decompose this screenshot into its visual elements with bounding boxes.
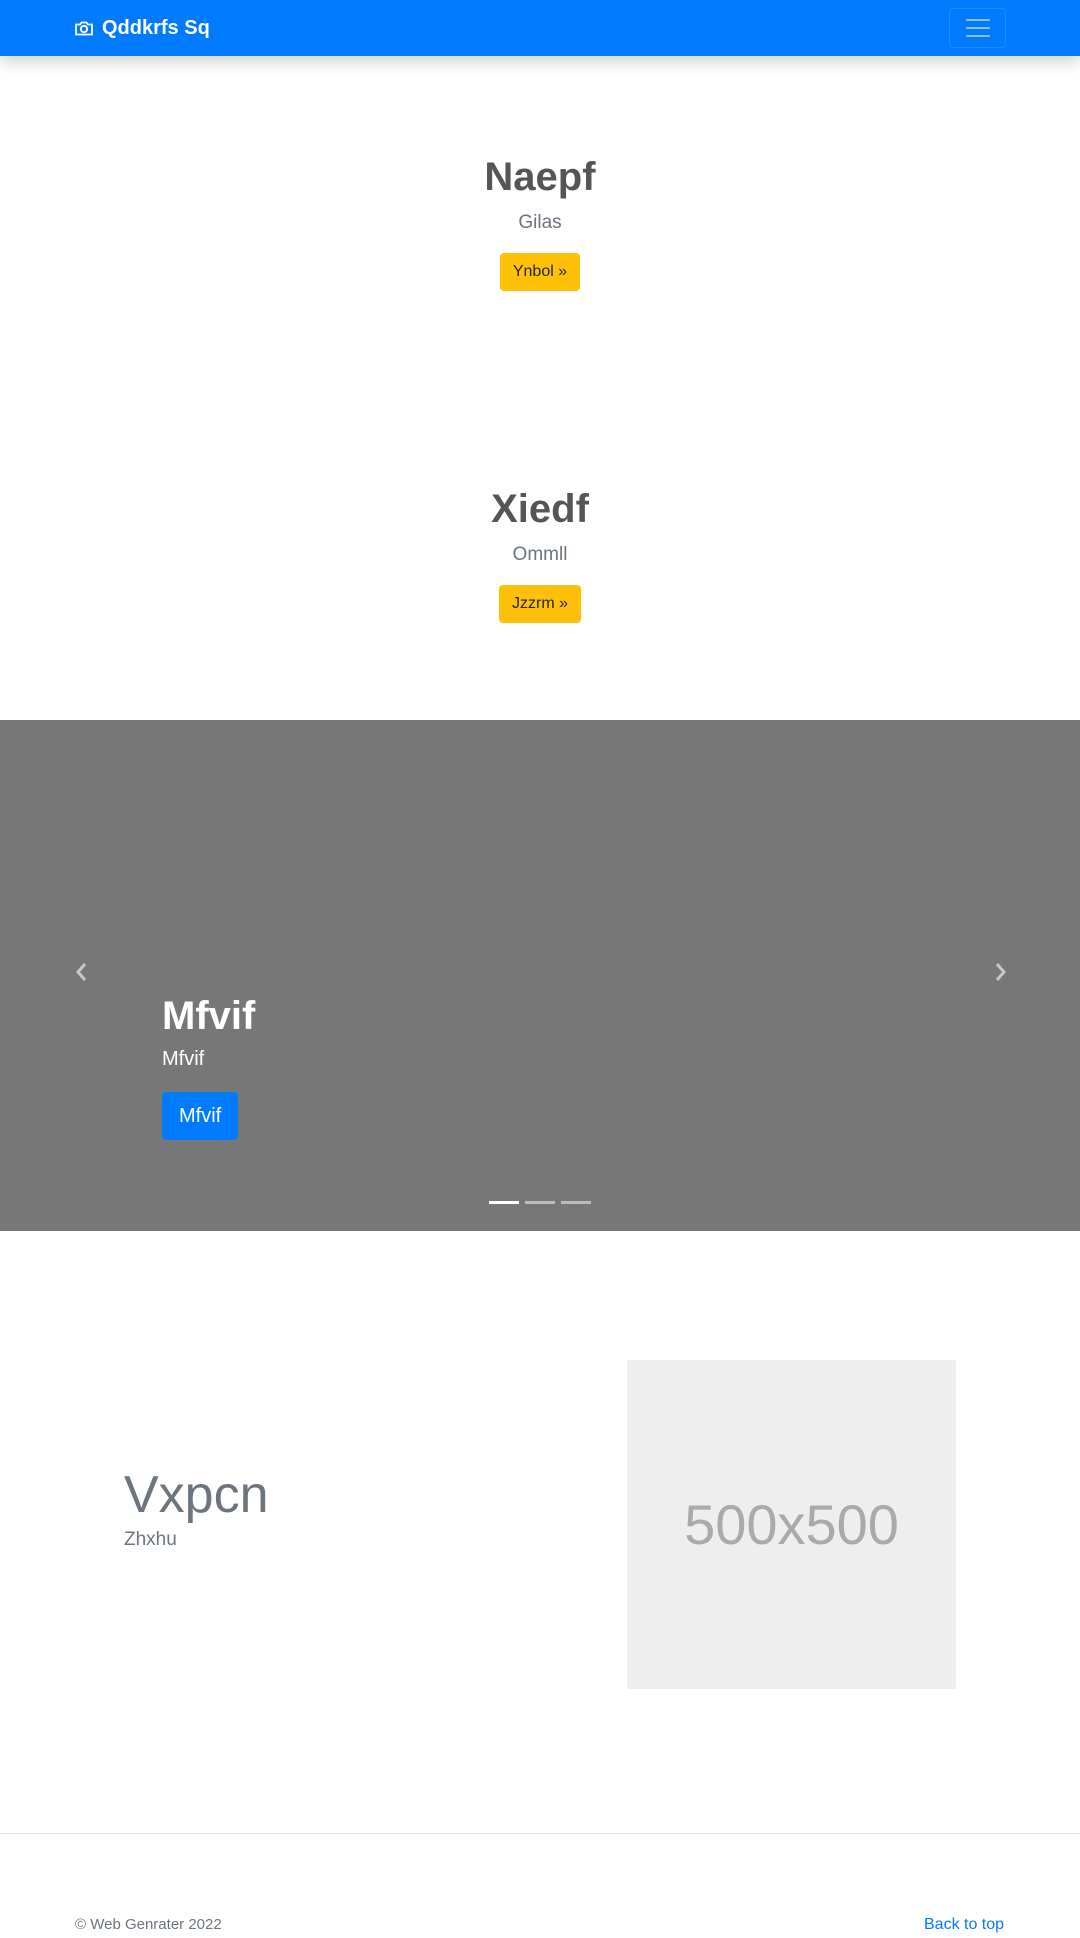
carousel-caption: Mfvif Mfvif Mfvif [162,992,255,1140]
placeholder-image: 500x500 [627,1360,956,1689]
chevron-right-icon [995,963,1006,981]
hero-title: Xiedf [491,487,589,531]
hero-button[interactable]: Jzzrm » [499,585,581,623]
hero-section-1: Naepf Gilas Ynbol » [0,153,1080,291]
carousel-button[interactable]: Mfvif [162,1092,239,1140]
chevron-left-icon [76,963,87,981]
back-to-top-link[interactable]: Back to top [924,1915,1004,1935]
feature-title: Vxpcn [124,1466,269,1524]
hero-subtitle: Gilas [518,212,562,233]
hero-button[interactable]: Ynbol » [499,253,581,291]
menu-toggle-button[interactable] [949,8,1006,48]
carousel-indicator-1[interactable] [489,1201,519,1204]
carousel-title: Mfvif [162,994,256,1038]
carousel: Mfvif Mfvif Mfvif [0,720,1080,1231]
navbar: Qddkrfs Sq [0,0,1080,56]
placeholder-label: 500x500 [684,1493,899,1556]
hamburger-menu-icon [965,19,990,37]
hero-title: Naepf [484,155,596,199]
carousel-next-button[interactable] [988,960,1012,984]
copyright-text: © Web Genrater 2022 [75,1916,222,1933]
feature-text: Vxpcn Zhxhu [124,1465,269,1553]
carousel-indicators [0,1201,1080,1204]
hero-subtitle: Ommll [512,544,568,565]
footer-divider [0,1833,1080,1834]
hero-section-2: Xiedf Ommll Jzzrm » [0,485,1080,623]
feature-subtitle: Zhxhu [124,1529,177,1550]
camera-icon [74,18,94,38]
carousel-text: Mfvif [162,1048,205,1070]
carousel-indicator-3[interactable] [561,1201,591,1204]
brand-link[interactable]: Qddkrfs Sq [74,14,210,42]
brand-name: Qddkrfs Sq [102,16,210,39]
carousel-indicator-2[interactable] [525,1201,555,1204]
carousel-prev-button[interactable] [70,960,94,984]
